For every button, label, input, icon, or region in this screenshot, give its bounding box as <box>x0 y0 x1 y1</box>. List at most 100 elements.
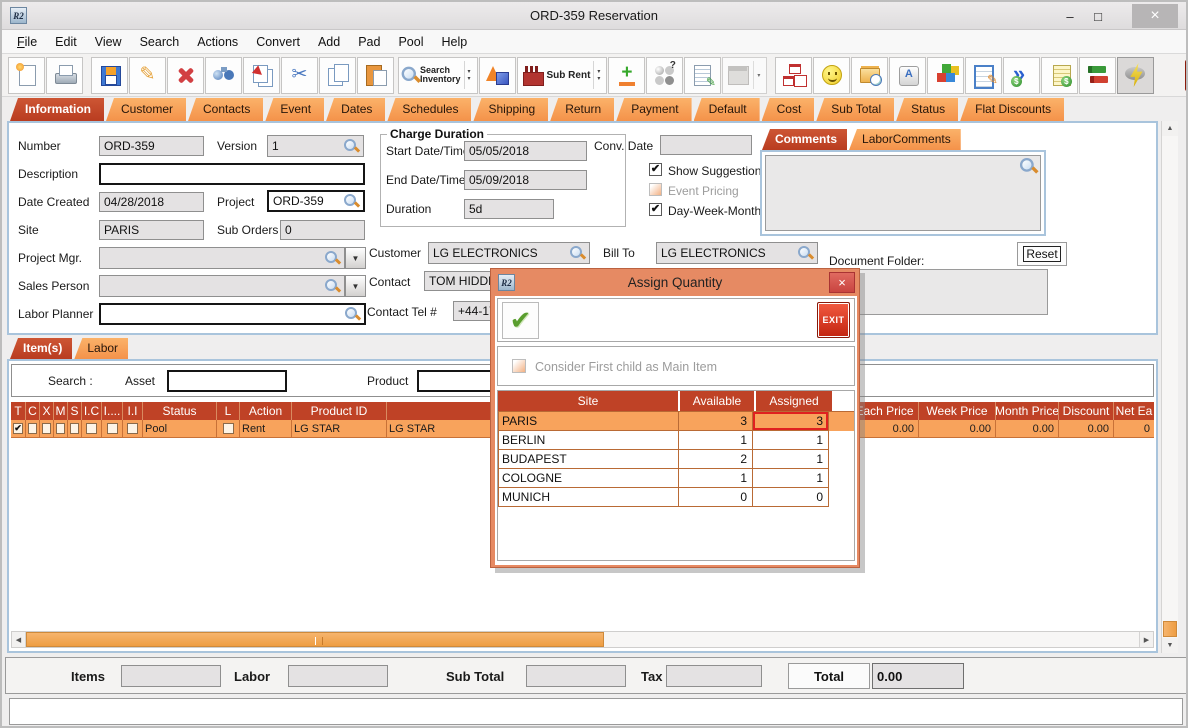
item-cell-week-price[interactable]: 0.00 <box>919 420 996 437</box>
col-available[interactable]: Available <box>680 391 754 411</box>
currency-convert-button[interactable] <box>1003 57 1040 94</box>
sales-person-dropdown[interactable]: ▼ <box>345 275 366 297</box>
menu-pad[interactable]: Pad <box>349 32 389 52</box>
menu-file[interactable]: File <box>8 32 46 52</box>
item-cell-m[interactable] <box>54 420 68 437</box>
edit-note-button[interactable] <box>965 57 1002 94</box>
menu-add[interactable]: Add <box>309 32 349 52</box>
site-row-paris[interactable]: PARIS 3 3 <box>498 411 854 431</box>
cut-button[interactable]: ✂ <box>281 57 318 94</box>
cell-assigned[interactable]: 1 <box>753 431 829 450</box>
menu-convert[interactable]: Convert <box>247 32 309 52</box>
item-cell-discount[interactable]: 0.00 <box>1059 420 1114 437</box>
cell-site[interactable]: MUNICH <box>499 488 679 507</box>
copy-special-button[interactable] <box>243 57 280 94</box>
col-discount[interactable]: Discount <box>1059 402 1114 420</box>
item-cell-ic[interactable] <box>82 420 102 437</box>
scroll-right-button[interactable]: ▶ <box>1139 632 1153 647</box>
col-net-each[interactable]: Net Ea <box>1114 402 1154 420</box>
item-cell-l[interactable] <box>217 420 240 437</box>
item-cell-t[interactable]: ✔ <box>11 420 26 437</box>
checkbox-checked[interactable]: ✔ <box>13 423 23 434</box>
col-t[interactable]: T <box>11 402 26 420</box>
item-cell-net-each[interactable]: 0 <box>1114 420 1154 437</box>
tab-dates[interactable]: Dates <box>326 98 385 121</box>
save-button[interactable] <box>91 57 128 94</box>
sales-person-search-icon[interactable] <box>324 278 340 294</box>
show-suggestions-checkbox[interactable]: ✔ <box>649 163 662 176</box>
tab-labor[interactable]: Labor <box>74 338 128 359</box>
site-row-budapest[interactable]: BUDAPEST 2 1 <box>498 450 854 469</box>
quick-actions-button[interactable] <box>1117 57 1154 94</box>
col-c[interactable]: C <box>26 402 40 420</box>
notes-button[interactable] <box>684 57 721 94</box>
asset-input[interactable] <box>167 370 287 392</box>
contacts-button[interactable] <box>813 57 850 94</box>
col-ic[interactable]: I.C <box>82 402 102 420</box>
item-cell-x[interactable] <box>40 420 54 437</box>
col-site[interactable]: Site <box>498 391 678 411</box>
tab-items[interactable]: Item(s) <box>10 338 72 359</box>
item-cell-i2[interactable] <box>102 420 123 437</box>
labor-planner-input[interactable] <box>99 303 366 325</box>
item-cell-action[interactable]: Rent <box>240 420 292 437</box>
minimize-button[interactable]: – <box>1058 6 1082 26</box>
dwm-pricing-checkbox[interactable]: ✔ <box>649 203 662 216</box>
description-input[interactable] <box>99 163 365 185</box>
edit-button[interactable]: ✎ <box>129 57 166 94</box>
cell-available[interactable]: 2 <box>679 450 753 469</box>
customer-search-icon[interactable] <box>569 245 585 261</box>
project-input[interactable]: ORD-359 <box>267 190 365 212</box>
items-horizontal-scrollbar[interactable]: ◀ ▶ <box>11 631 1154 648</box>
item-cell-month-price[interactable]: 0.00 <box>996 420 1059 437</box>
item-cell-product-id[interactable]: LG STAR <box>292 420 387 437</box>
item-cell-ii[interactable] <box>123 420 143 437</box>
copy-button[interactable] <box>319 57 356 94</box>
shapes-button[interactable] <box>479 57 516 94</box>
tab-customer[interactable]: Customer <box>106 98 186 121</box>
pool-button[interactable] <box>646 57 683 94</box>
comments-search-icon[interactable] <box>1019 157 1037 175</box>
cell-available[interactable]: 3 <box>679 412 753 431</box>
billing-button[interactable] <box>1041 57 1078 94</box>
cell-available[interactable]: 1 <box>679 431 753 450</box>
menu-view[interactable]: View <box>86 32 131 52</box>
menu-pool[interactable]: Pool <box>389 32 432 52</box>
site-row-munich[interactable]: MUNICH 0 0 <box>498 488 854 507</box>
bill-to-field[interactable]: LG ELECTRONICS <box>656 242 818 264</box>
menu-help[interactable]: Help <box>433 32 477 52</box>
col-product-id[interactable]: Product ID <box>292 402 387 420</box>
cell-assigned-selected[interactable]: 3 <box>753 412 829 431</box>
tab-status[interactable]: Status <box>896 98 958 121</box>
cell-available[interactable]: 0 <box>679 488 753 507</box>
col-status[interactable]: Status <box>143 402 217 420</box>
tab-sub-total[interactable]: Sub Total <box>816 98 894 121</box>
sales-person-field[interactable] <box>99 275 345 297</box>
print-button[interactable] <box>46 57 83 94</box>
scroll-up-button[interactable]: ▲ <box>1162 121 1178 136</box>
sub-rent-dropdown[interactable]: ▾▾ <box>593 61 603 89</box>
col-week-price[interactable]: Week Price <box>919 402 996 420</box>
new-document-button[interactable] <box>8 57 45 94</box>
labor-planner-search-icon[interactable] <box>344 306 360 322</box>
tab-information[interactable]: Information <box>10 98 104 121</box>
cell-assigned[interactable]: 0 <box>753 488 829 507</box>
paste-button[interactable] <box>357 57 394 94</box>
col-i2[interactable]: I.... <box>102 402 123 420</box>
delete-button[interactable] <box>167 57 204 94</box>
tab-cost[interactable]: Cost <box>762 98 815 121</box>
project-mgr-search-icon[interactable] <box>324 250 340 266</box>
cell-site[interactable]: BERLIN <box>499 431 679 450</box>
reset-button[interactable]: Reset <box>1017 242 1067 266</box>
tab-payment[interactable]: Payment <box>616 98 691 121</box>
cell-site[interactable]: PARIS <box>499 412 679 431</box>
col-ii[interactable]: I.I <box>123 402 143 420</box>
search-inventory-dropdown[interactable]: ▾▾ <box>464 61 474 89</box>
search-inventory-button[interactable]: Search Inventory ▾▾ <box>398 57 478 94</box>
col-l[interactable]: L <box>217 402 240 420</box>
col-assigned[interactable]: Assigned <box>756 391 832 411</box>
confirm-button[interactable]: ✔ <box>502 302 539 339</box>
tab-comments[interactable]: Comments <box>762 129 847 150</box>
item-cell-s[interactable] <box>68 420 82 437</box>
menu-search[interactable]: Search <box>131 32 189 52</box>
